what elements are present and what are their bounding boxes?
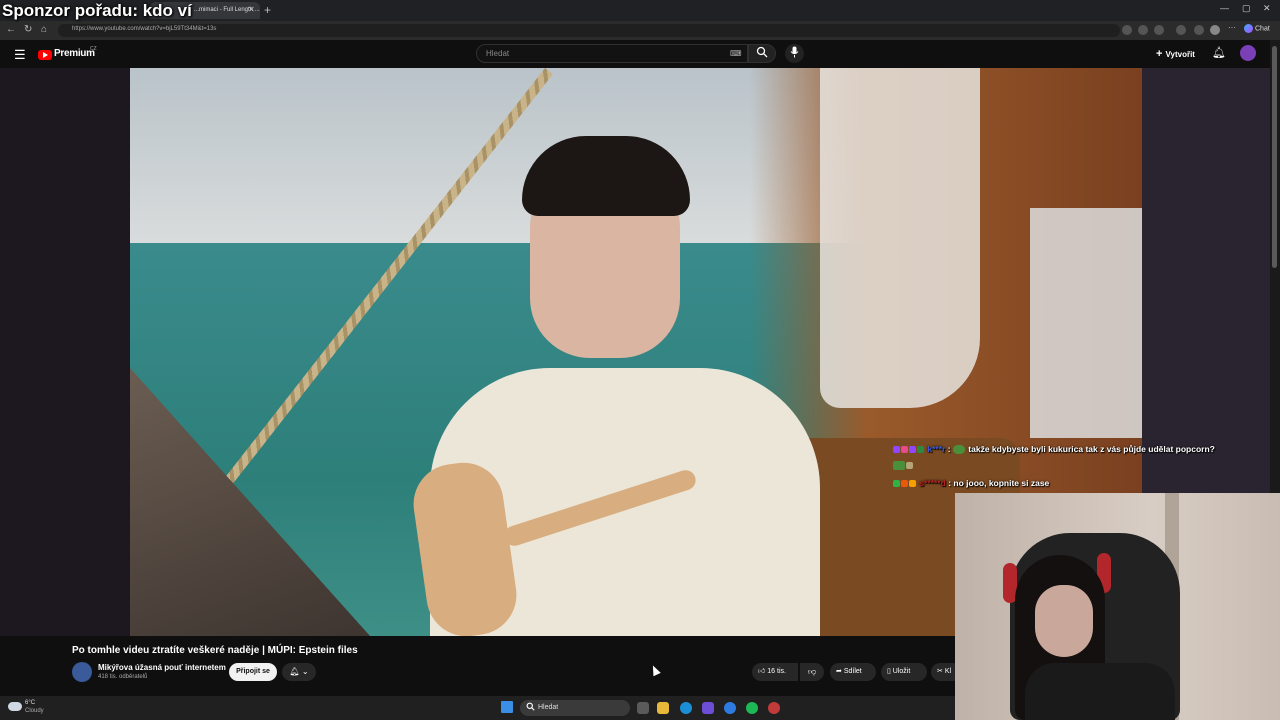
badge-icon: [893, 446, 900, 454]
windows-taskbar: [0, 696, 955, 720]
webcam-body: [1025, 663, 1175, 720]
like-button[interactable]: 👍︎ 16 tis.: [752, 663, 798, 681]
notifications-bell-icon[interactable]: 🔔︎: [1212, 46, 1226, 59]
task-view-icon[interactable]: [637, 702, 649, 714]
emote-icon: [952, 445, 965, 455]
chat-emote-row: [893, 460, 914, 471]
emote-icon: [906, 462, 913, 470]
profile-icon[interactable]: [1210, 25, 1220, 35]
thumbs-up-icon: 👍︎: [758, 668, 768, 675]
weather-description: Cloudy: [25, 708, 44, 714]
chat-text: no jooo, kopnite si zase: [953, 478, 1050, 488]
collections-icon[interactable]: [1194, 25, 1204, 35]
search-placeholder: Hledat: [486, 49, 510, 58]
channel-avatar[interactable]: [72, 662, 92, 682]
new-tab-icon[interactable]: +: [264, 3, 271, 17]
refresh-icon[interactable]: ↻: [24, 24, 32, 35]
extension-icon[interactable]: [1176, 25, 1186, 35]
chat-message: s*****d : no jooo, kopnite si zase: [893, 478, 1049, 488]
sync-icon[interactable]: [1154, 25, 1164, 35]
emote-icon: [893, 461, 905, 471]
favorite-icon[interactable]: [1138, 25, 1148, 35]
page-background-left: [0, 68, 130, 636]
share-label: Sdílet: [843, 668, 862, 675]
chat-username: s*****d: [919, 478, 946, 488]
browser-icon[interactable]: [724, 702, 736, 714]
file-explorer-icon[interactable]: [657, 702, 669, 714]
play-triangle-icon: [43, 52, 48, 58]
keyboard-icon[interactable]: ⌨: [730, 49, 742, 58]
thumbs-down-icon: 👎︎: [807, 667, 817, 676]
taskbar-search-input[interactable]: [520, 700, 630, 716]
app-icon[interactable]: [768, 702, 780, 714]
close-icon[interactable]: ✕: [1263, 3, 1271, 14]
badge-icon: [917, 446, 924, 454]
logo-text: Premium: [54, 48, 95, 59]
url-text: https://www.youtube.com/watch?v=bjL59Tt3…: [72, 26, 217, 32]
create-label: Vytvořit: [1165, 50, 1195, 59]
bell-icon: 🔔︎: [289, 667, 300, 676]
more-icon[interactable]: ···: [1228, 23, 1238, 33]
stream-overlay-title: Sponzor pořadu: kdo ví: [2, 1, 192, 20]
tab-close-icon[interactable]: ✕: [248, 5, 255, 14]
copilot-chat-button[interactable]: Chat: [1244, 24, 1270, 33]
chat-label: Chat: [1255, 25, 1270, 33]
streamer-webcam: [955, 493, 1280, 720]
windows-start-icon[interactable]: [501, 701, 513, 713]
search-input[interactable]: [476, 44, 748, 63]
extension-icon[interactable]: [1122, 25, 1132, 35]
chat-message: k***r : takže kdybyste byli kukurica tak…: [893, 444, 1215, 455]
create-button[interactable]: + Vytvořit: [1156, 48, 1195, 60]
taskbar-search-placeholder: Hledat: [538, 704, 559, 711]
share-button[interactable]: ➦ Sdílet: [830, 663, 876, 681]
chat-text: takže kdybyste byli kukurica tak z vás p…: [968, 444, 1215, 454]
badge-icon: [901, 446, 908, 454]
menu-icon[interactable]: ☰: [14, 47, 26, 63]
save-label: Uložit: [892, 668, 911, 675]
join-button[interactable]: Připojit se: [229, 663, 277, 681]
like-count: 16 tis.: [767, 668, 786, 675]
weather-temperature: 6°C: [25, 700, 36, 706]
video-title: Po tomhle videu ztratíte veškeré naděje …: [72, 645, 358, 656]
channel-name[interactable]: Mikýřova úžasná pouť internetem: [98, 663, 226, 672]
back-icon[interactable]: ←: [6, 24, 16, 35]
screen: ...mimaci - Full Length ... ✕ + — ▢ ✕ Sp…: [0, 0, 1280, 720]
clip-label: Kl: [944, 668, 952, 675]
edge-browser-icon[interactable]: [680, 702, 692, 714]
webcam-face: [1035, 585, 1093, 657]
minimize-icon[interactable]: —: [1220, 3, 1229, 13]
chat-username: k***r: [927, 444, 946, 454]
video-sea-bright: [1030, 208, 1142, 438]
subscriber-count: 418 tis. odběratelů: [98, 674, 148, 680]
user-avatar[interactable]: [1240, 45, 1256, 61]
badge-icon: [901, 480, 908, 488]
scissors-icon: ✂: [937, 668, 945, 675]
home-icon[interactable]: ⌂: [41, 24, 47, 35]
maximize-icon[interactable]: ▢: [1242, 3, 1251, 14]
scrollbar-thumb[interactable]: [1272, 46, 1277, 268]
cloud-icon[interactable]: [8, 702, 22, 711]
chevron-down-icon: ⌄: [301, 667, 309, 676]
copilot-icon: [1244, 24, 1253, 33]
badge-icon: [909, 480, 916, 488]
save-button[interactable]: ▯ Uložit: [881, 663, 927, 681]
badge-icon: [909, 446, 916, 454]
dislike-button[interactable]: 👎︎: [800, 663, 824, 681]
logo-country: CZ: [90, 46, 97, 52]
discord-icon[interactable]: [702, 702, 714, 714]
url-input[interactable]: [58, 24, 1120, 37]
video-sail: [820, 68, 980, 408]
microphone-icon: [790, 46, 799, 61]
search-icon: [526, 702, 535, 713]
spotify-icon[interactable]: [746, 702, 758, 714]
badge-icon: [893, 480, 900, 488]
subscribe-notifications-button[interactable]: 🔔︎ ⌄: [282, 663, 316, 681]
search-icon: [756, 46, 768, 61]
share-icon: ➦: [836, 668, 844, 675]
